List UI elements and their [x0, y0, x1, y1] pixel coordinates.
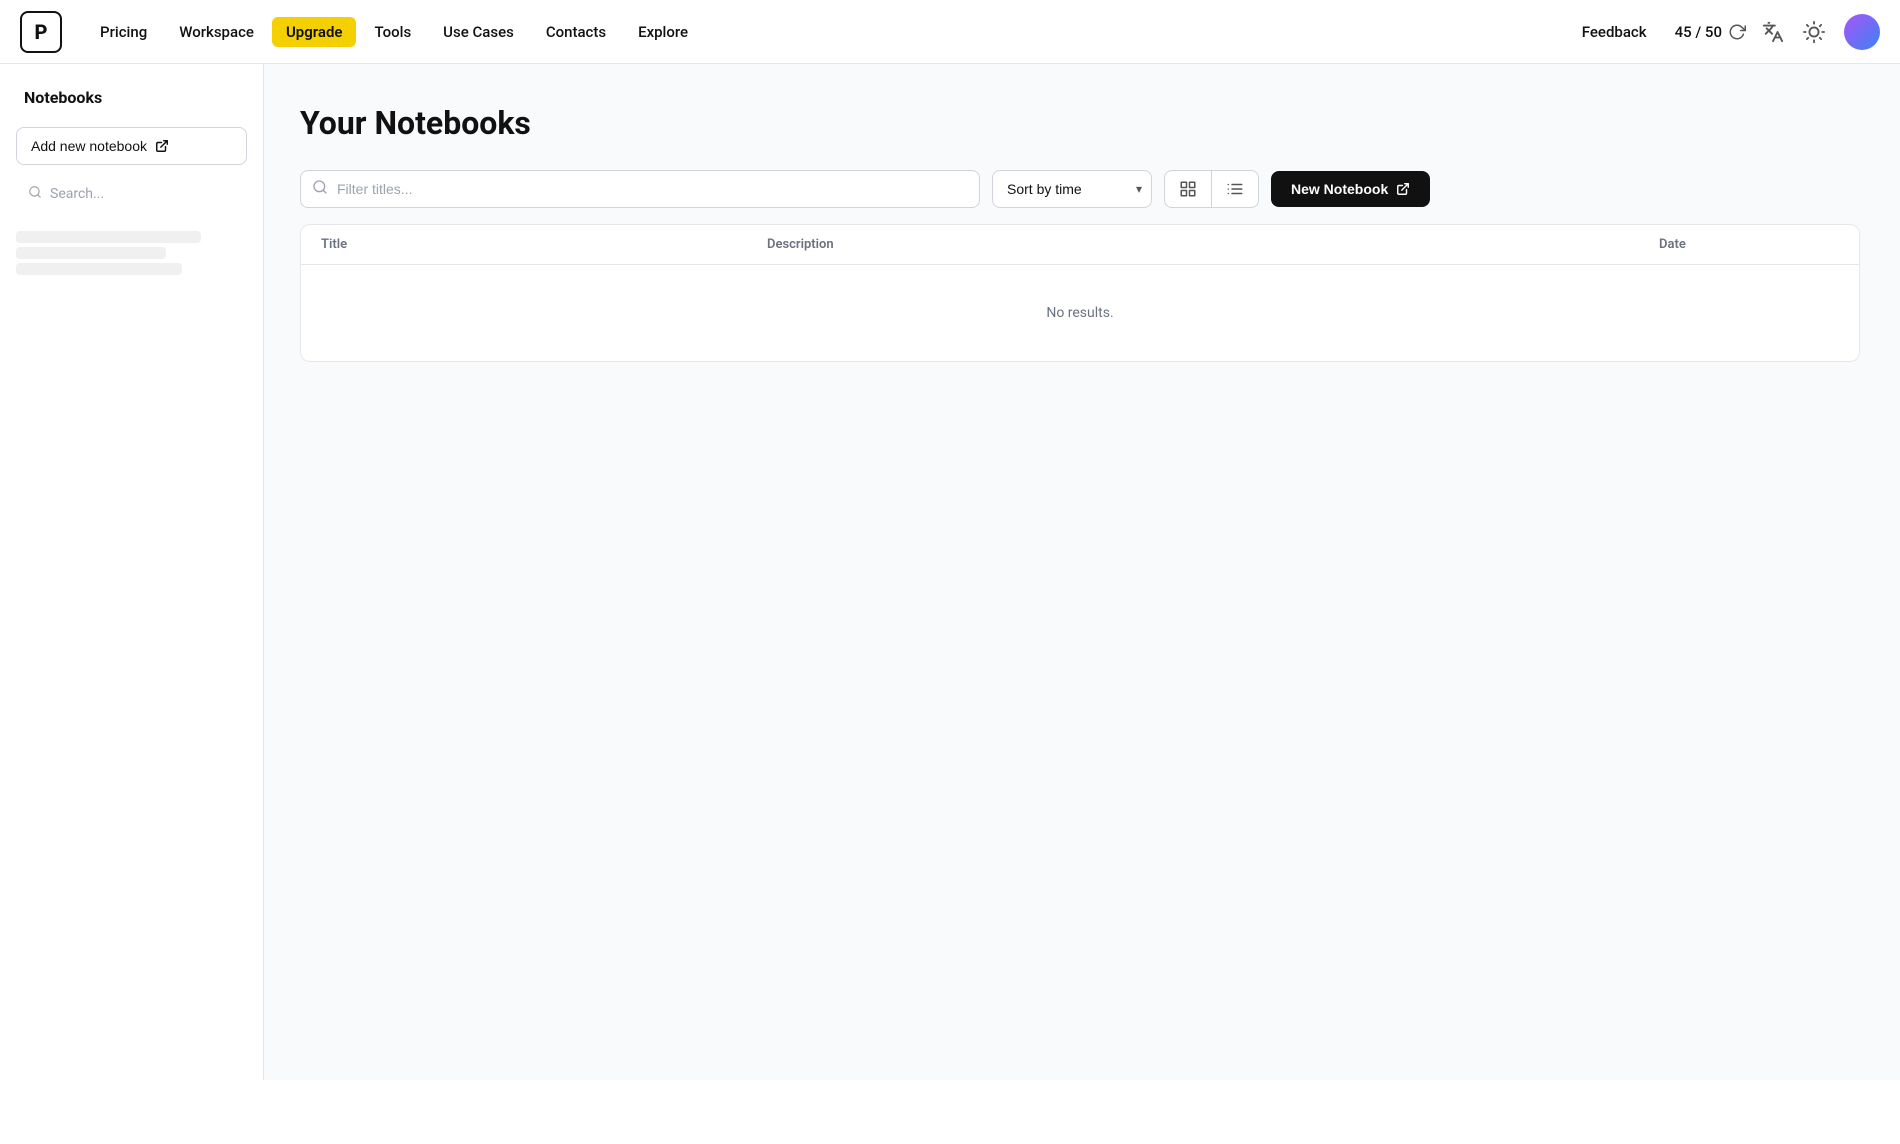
nav-explore[interactable]: Explore [624, 15, 702, 49]
translate-icon[interactable] [1762, 21, 1784, 43]
sidebar-ghost-items [16, 231, 247, 275]
sort-select-wrapper: Sort by time Sort by title Sort by date … [992, 170, 1152, 208]
usage-text: 45 / 50 [1675, 23, 1722, 41]
sidebar-title: Notebooks [16, 84, 247, 111]
new-notebook-button[interactable]: New Notebook [1271, 171, 1430, 207]
sidebar-search[interactable]: Search... [16, 177, 247, 211]
feedback-button[interactable]: Feedback [1570, 15, 1659, 49]
grid-view-button[interactable] [1165, 171, 1212, 207]
search-placeholder: Search... [50, 186, 104, 202]
external-link-icon [155, 139, 169, 153]
ghost-item [16, 263, 182, 275]
filter-search-icon [312, 179, 328, 199]
list-view-button[interactable] [1212, 171, 1258, 207]
table-body: No results. [301, 265, 1859, 361]
nav-contacts[interactable]: Contacts [532, 15, 620, 49]
header: P Pricing Workspace Upgrade Tools Use Ca… [0, 0, 1900, 64]
usage-counter: 45 / 50 [1675, 23, 1746, 41]
table-header: Title Description Date [301, 225, 1859, 265]
search-icon [28, 185, 42, 203]
sort-select[interactable]: Sort by time Sort by title Sort by date [992, 170, 1152, 208]
nav-pricing[interactable]: Pricing [86, 15, 161, 49]
column-title: Title [321, 237, 767, 252]
main-content: Your Notebooks Sort by time Sort by titl… [264, 64, 1900, 1080]
filter-input[interactable] [300, 170, 980, 208]
column-description: Description [767, 237, 1659, 252]
notebooks-table: Title Description Date No results. [300, 224, 1860, 362]
no-results-text: No results. [1006, 265, 1153, 361]
nav-tools[interactable]: Tools [360, 15, 425, 49]
avatar[interactable] [1844, 14, 1880, 50]
ghost-item [16, 231, 201, 243]
nav: Pricing Workspace Upgrade Tools Use Case… [86, 15, 1570, 49]
header-right: Feedback 45 / 50 [1570, 14, 1880, 50]
toolbar: Sort by time Sort by title Sort by date … [300, 170, 1860, 208]
list-icon [1226, 180, 1244, 198]
column-date: Date [1659, 237, 1839, 252]
view-toggle-group [1164, 170, 1259, 208]
page-title: Your Notebooks [300, 104, 1860, 142]
add-notebook-label: Add new notebook [31, 138, 147, 154]
logo[interactable]: P [20, 11, 62, 53]
sidebar: Notebooks Add new notebook Search... [0, 64, 264, 1080]
add-notebook-button[interactable]: Add new notebook [16, 127, 247, 165]
filter-input-wrapper [300, 170, 980, 208]
layout: Notebooks Add new notebook Search... [0, 64, 1900, 1080]
new-notebook-label: New Notebook [1291, 181, 1388, 197]
nav-use-cases[interactable]: Use Cases [429, 15, 528, 49]
theme-toggle-icon[interactable] [1800, 18, 1828, 46]
nav-workspace[interactable]: Workspace [165, 15, 268, 49]
nav-upgrade[interactable]: Upgrade [272, 17, 357, 47]
grid-icon [1179, 180, 1197, 198]
ghost-item [16, 247, 166, 259]
new-notebook-icon [1396, 182, 1410, 196]
refresh-icon[interactable] [1728, 23, 1746, 41]
